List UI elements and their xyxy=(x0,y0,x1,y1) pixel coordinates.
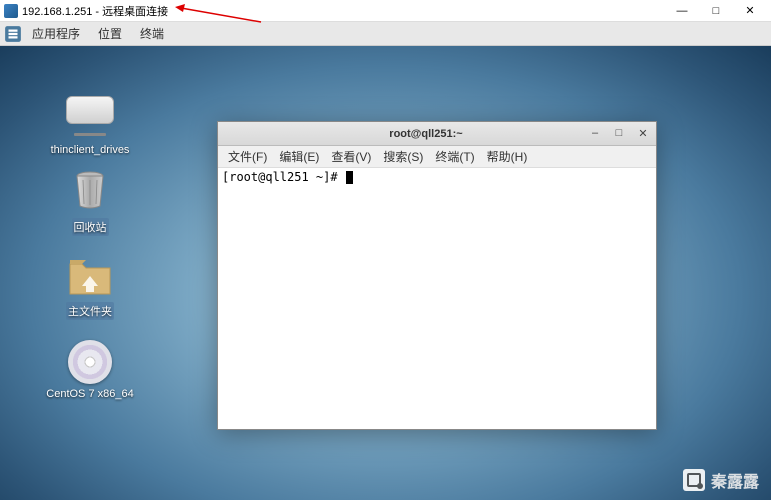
terminal-cursor xyxy=(346,171,353,184)
terminal-menu-terminal[interactable]: 终端(T) xyxy=(429,146,480,167)
terminal-menu-file[interactable]: 文件(F) xyxy=(222,146,273,167)
close-button[interactable]: ✕ xyxy=(733,1,767,21)
watermark-text: 秦露露 xyxy=(711,468,759,492)
terminal-maximize-button[interactable]: □ xyxy=(612,127,626,140)
terminal-minimize-button[interactable]: – xyxy=(588,127,602,140)
panel-menu-places[interactable]: 位置 xyxy=(90,23,130,44)
rdp-window-title: 192.168.1.251 - 远程桌面连接 xyxy=(22,3,665,19)
rdp-icon xyxy=(4,4,18,18)
desktop-icon-label: 回收站 xyxy=(72,218,109,236)
terminal-body[interactable]: [root@qll251 ~]# xyxy=(218,168,656,429)
desktop-icon-label: CentOS 7 x86_64 xyxy=(45,388,135,400)
desktop-icon-drive[interactable]: thinclient_drives xyxy=(45,86,135,156)
terminal-prompt: [root@qll251 ~]# xyxy=(222,170,345,184)
terminal-menu-edit[interactable]: 编辑(E) xyxy=(273,146,325,167)
desktop-background[interactable]: thinclient_drives 回收站 xyxy=(0,46,771,500)
system-menu-icon[interactable] xyxy=(4,25,22,43)
terminal-titlebar[interactable]: root@qll251:~ – □ ✕ xyxy=(218,122,656,146)
desktop-icon-label: 主文件夹 xyxy=(66,302,114,320)
terminal-close-button[interactable]: ✕ xyxy=(636,127,650,140)
desktop-icon-disc[interactable]: CentOS 7 x86_64 xyxy=(45,340,135,400)
disc-icon xyxy=(68,340,112,384)
minimize-button[interactable]: — xyxy=(665,1,699,21)
terminal-menu-help[interactable]: 帮助(H) xyxy=(481,146,534,167)
watermark: 秦露露 xyxy=(683,468,759,492)
terminal-menu-search[interactable]: 搜索(S) xyxy=(377,146,429,167)
window-controls: — □ ✕ xyxy=(665,1,767,21)
drive-icon xyxy=(66,96,114,124)
terminal-window-title: root@qll251:~ xyxy=(264,128,588,140)
terminal-menubar: 文件(F) 编辑(E) 查看(V) 搜索(S) 终端(T) 帮助(H) xyxy=(218,146,656,168)
desktop-icon-trash[interactable]: 回收站 xyxy=(45,170,135,236)
panel-menu-terminal[interactable]: 终端 xyxy=(132,23,172,44)
linux-top-panel: 应用程序 位置 终端 xyxy=(0,22,771,46)
wechat-icon xyxy=(683,469,705,491)
rdp-window-titlebar: 192.168.1.251 - 远程桌面连接 — □ ✕ xyxy=(0,0,771,22)
remote-desktop: 应用程序 位置 终端 thinclient_drives 回收站 xyxy=(0,22,771,500)
folder-home-icon xyxy=(66,254,114,298)
panel-menu-applications[interactable]: 应用程序 xyxy=(24,23,88,44)
terminal-window: root@qll251:~ – □ ✕ 文件(F) 编辑(E) 查看(V) 搜索… xyxy=(217,121,657,430)
trash-icon xyxy=(66,170,114,214)
desktop-icon-home[interactable]: 主文件夹 xyxy=(45,254,135,320)
maximize-button[interactable]: □ xyxy=(699,1,733,21)
terminal-menu-view[interactable]: 查看(V) xyxy=(325,146,377,167)
desktop-icon-label: thinclient_drives xyxy=(45,144,135,156)
